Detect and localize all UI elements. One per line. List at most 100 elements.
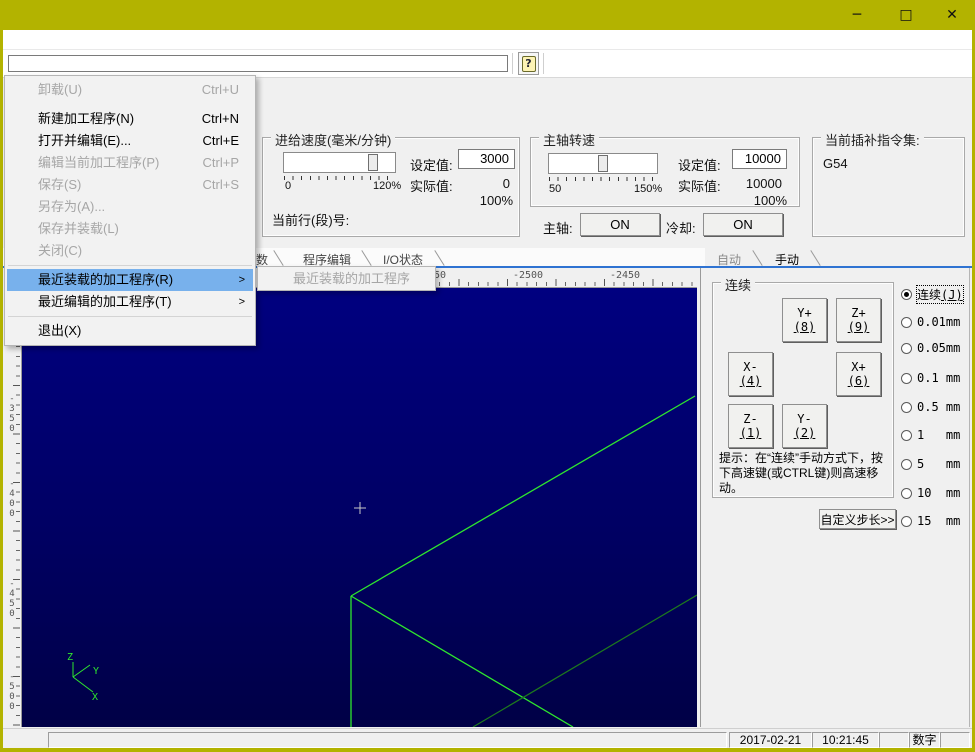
status-empty-cell xyxy=(879,732,909,748)
menu-item-save-and-load[interactable]: 保存并装载(L) xyxy=(7,218,253,240)
feed-min-label: 0 xyxy=(285,180,291,192)
menu-separator xyxy=(8,265,252,266)
menu-item-open-edit[interactable]: 打开并编辑(E)...Ctrl+E xyxy=(7,130,253,152)
jog-y-minus-button[interactable]: Y-(2) xyxy=(782,404,827,448)
step-radio-1[interactable]: 1 mm xyxy=(901,428,960,442)
gcode-group: 当前插补指令集: G54 xyxy=(812,137,965,237)
menu-item-exit[interactable]: 退出(X) xyxy=(7,320,253,342)
status-date: 2017-02-21 xyxy=(729,732,812,748)
tab-separator xyxy=(434,250,444,266)
step-radio-01[interactable]: 0.1 mm xyxy=(901,371,960,385)
step-label: 0.5 mm xyxy=(917,400,960,414)
radio-icon xyxy=(901,373,912,384)
step-radio-001[interactable]: 0.01mm xyxy=(901,315,960,329)
gcode-value: G54 xyxy=(823,156,848,171)
menu-item-save-as[interactable]: 另存为(A)... xyxy=(7,196,253,218)
axis-x-label: X xyxy=(92,692,98,703)
step-radio-005[interactable]: 0.05mm xyxy=(901,341,960,355)
feed-slider-thumb[interactable] xyxy=(368,154,378,171)
status-input-mode: 数字 xyxy=(909,732,940,748)
step-label: 5 mm xyxy=(917,457,960,471)
step-label: 连续(J) xyxy=(917,286,963,303)
submenu-arrow-icon: > xyxy=(239,269,245,291)
menu-item-close[interactable]: 关闭(C) xyxy=(7,240,253,262)
menu-item-unload[interactable]: 卸载(U)Ctrl+U xyxy=(7,79,253,101)
custom-step-label: 自定义步长>> xyxy=(820,511,894,528)
axis-z-label: Z xyxy=(67,652,73,663)
radio-icon xyxy=(901,402,912,413)
mode-tab-strip: 自动 手动 xyxy=(705,248,972,268)
step-radio-continuous[interactable]: 连续(J) xyxy=(901,286,963,303)
jog-hint-text: 提示：在“连续”手动方式下，按下高速键(或CTRL键)则高速移动。 xyxy=(719,451,889,496)
menu-item-new-program[interactable]: 新建加工程序(N)Ctrl+N xyxy=(7,108,253,130)
vertical-ruler: -350 -400 -450 -500 xyxy=(3,288,22,727)
wireframe-edge xyxy=(351,396,695,596)
radio-icon xyxy=(901,516,912,527)
app-window: ─ □ ✕ ? 进给速度(毫米/分钟) 0 120% 设定值: 3000 实际值… xyxy=(0,0,975,752)
custom-step-button[interactable]: 自定义步长>> xyxy=(819,509,896,529)
jog-group-title: 连续 xyxy=(721,275,755,294)
gcode-group-title: 当前插补指令集: xyxy=(821,130,924,149)
spindle-on-button[interactable]: ON xyxy=(580,213,660,236)
spindle-on-label: ON xyxy=(610,217,630,232)
jog-key: (6) xyxy=(848,374,870,388)
submenu-arrow-icon: > xyxy=(239,291,245,313)
help-button[interactable]: ? xyxy=(518,52,539,75)
feed-override-slider[interactable] xyxy=(283,152,396,173)
tab-separator xyxy=(273,250,283,266)
close-icon: ✕ xyxy=(946,7,958,23)
window-border-left xyxy=(0,30,3,752)
spindle-override-slider[interactable] xyxy=(548,153,658,174)
jog-x-plus-button[interactable]: X+(6) xyxy=(836,352,881,396)
jog-x-minus-button[interactable]: X-(4) xyxy=(728,352,773,396)
jog-axis: X+ xyxy=(851,360,865,374)
menu-bar xyxy=(3,30,972,50)
spindle-actual-value: 10000 xyxy=(732,176,782,191)
coolant-on-button[interactable]: ON xyxy=(703,213,783,236)
jog-y-plus-button[interactable]: Y+(8) xyxy=(782,298,827,342)
axis-indicator xyxy=(73,662,93,692)
toolbar-combobox[interactable] xyxy=(8,55,508,72)
menu-item-recent-loaded[interactable]: 最近装载的加工程序(R)> xyxy=(7,269,253,291)
toolbar-separator xyxy=(512,53,513,74)
radio-icon xyxy=(901,317,912,328)
jog-z-minus-button[interactable]: Z-(1) xyxy=(728,404,773,448)
tab-separator xyxy=(810,250,820,266)
jog-axis: Y+ xyxy=(797,306,811,320)
toolpath-canvas[interactable]: Z Y X xyxy=(22,288,697,727)
menu-item-save[interactable]: 保存(S)Ctrl+S xyxy=(7,174,253,196)
feed-set-value[interactable]: 3000 xyxy=(458,149,515,169)
spindle-max-label: 150% xyxy=(634,183,662,195)
step-radio-05[interactable]: 0.5 mm xyxy=(901,400,960,414)
spindle-set-value[interactable]: 10000 xyxy=(732,149,787,169)
axis-y-label: Y xyxy=(93,666,99,677)
current-line-label: 当前行(段)号: xyxy=(272,210,349,229)
close-button[interactable]: ✕ xyxy=(930,0,974,30)
jog-key: (9) xyxy=(848,320,870,334)
menu-item-recent-edited[interactable]: 最近编辑的加工程序(T)> xyxy=(7,291,253,313)
submenu-item-recent-loaded[interactable]: 最近装载的加工程序 xyxy=(260,267,433,290)
spindle-min-label: 50 xyxy=(549,183,561,195)
jog-z-plus-button[interactable]: Z+(9) xyxy=(836,298,881,342)
feed-max-label: 120% xyxy=(373,180,401,192)
jog-key: (1) xyxy=(740,426,762,440)
radio-icon xyxy=(901,343,912,354)
crosshair-cursor xyxy=(354,502,366,514)
wireframe-edge-dark xyxy=(473,595,697,727)
spindle-slider-thumb[interactable] xyxy=(598,155,608,172)
spindle-percent: 100% xyxy=(732,193,787,208)
step-radio-10[interactable]: 10 mm xyxy=(901,486,960,500)
menu-gap xyxy=(5,101,255,108)
tab-separator xyxy=(752,250,762,266)
panel-right-edge xyxy=(969,268,970,727)
maximize-button[interactable]: □ xyxy=(884,0,928,30)
step-radio-15[interactable]: 15 mm xyxy=(901,514,960,528)
step-label: 10 mm xyxy=(917,486,960,500)
minimize-button[interactable]: ─ xyxy=(835,0,879,30)
menu-item-edit-current[interactable]: 编辑当前加工程序(P)Ctrl+P xyxy=(7,152,253,174)
h-ruler-label: -2500 xyxy=(508,270,548,281)
feed-rate-group-title: 进给速度(毫米/分钟) xyxy=(271,130,395,149)
step-radio-5[interactable]: 5 mm xyxy=(901,457,960,471)
tab-separator xyxy=(361,250,371,266)
feed-percent: 100% xyxy=(458,193,513,208)
